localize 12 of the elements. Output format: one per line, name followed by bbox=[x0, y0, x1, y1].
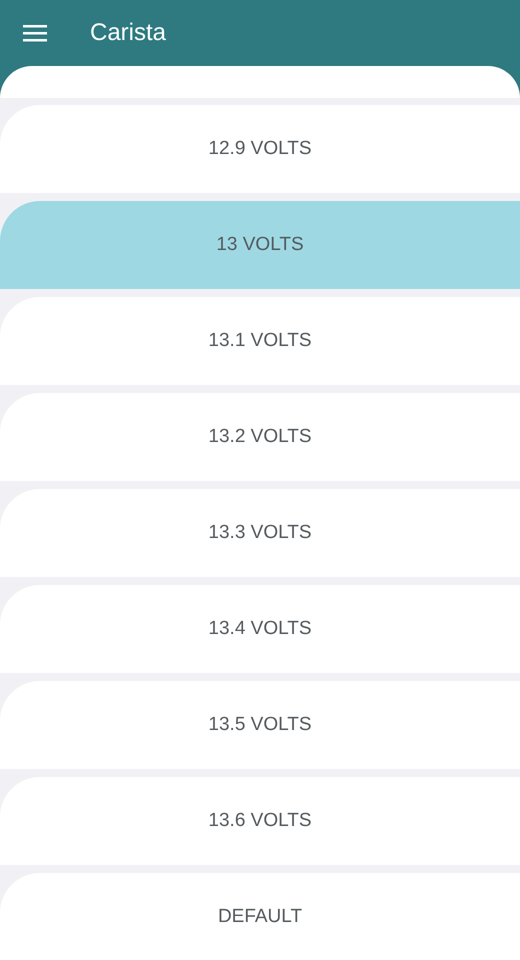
voltage-option[interactable]: 12.9 VOLTS bbox=[0, 105, 520, 193]
menu-icon bbox=[22, 23, 48, 43]
voltage-option[interactable]: 13.3 VOLTS bbox=[0, 489, 520, 577]
voltage-option[interactable]: DEFAULT bbox=[0, 873, 520, 960]
menu-button[interactable] bbox=[22, 23, 48, 43]
voltage-option[interactable]: 13 VOLTS bbox=[0, 201, 520, 289]
voltage-option[interactable]: 13.4 VOLTS bbox=[0, 585, 520, 673]
voltage-option[interactable]: 13.5 VOLTS bbox=[0, 681, 520, 769]
app-title: Carista bbox=[90, 19, 166, 47]
voltage-option[interactable]: 13.2 VOLTS bbox=[0, 393, 520, 481]
voltage-option[interactable]: 13.6 VOLTS bbox=[0, 777, 520, 865]
voltage-option[interactable]: 13.1 VOLTS bbox=[0, 297, 520, 385]
